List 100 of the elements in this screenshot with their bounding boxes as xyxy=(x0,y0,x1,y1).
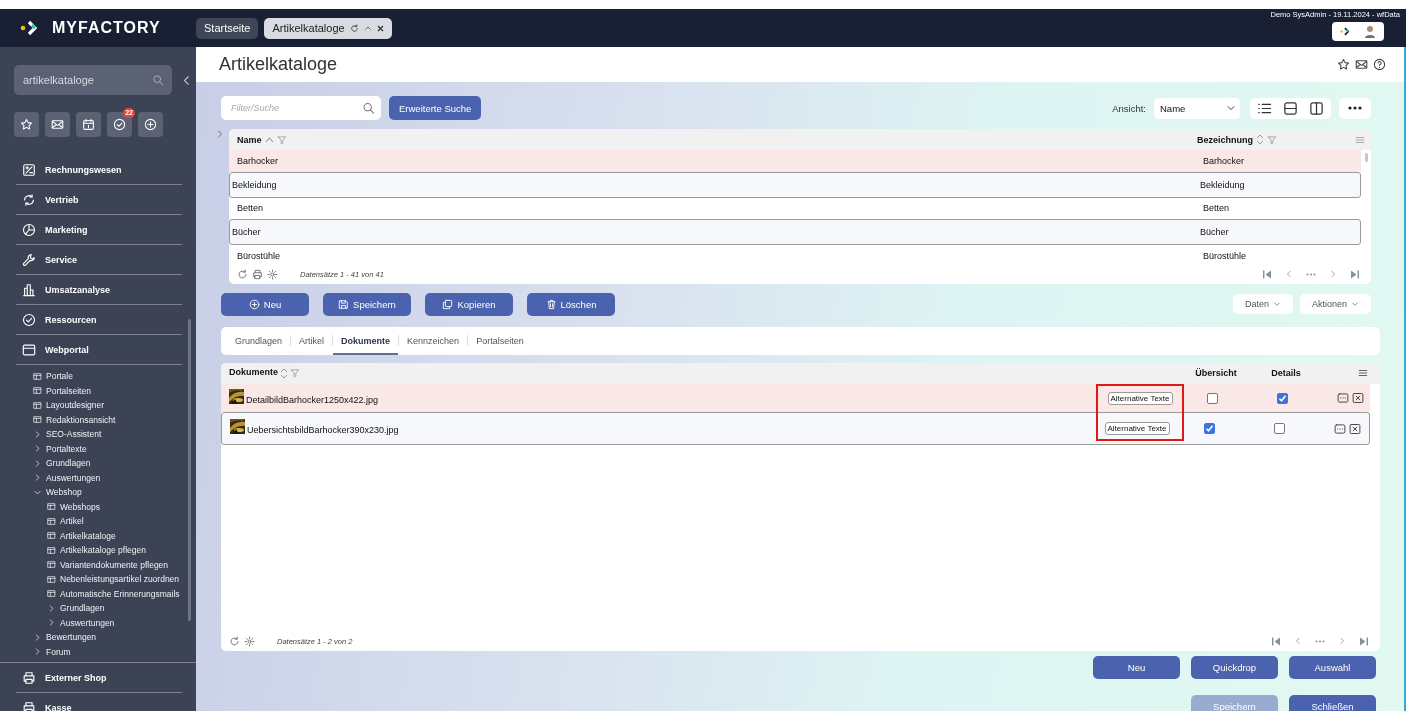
wrench-icon xyxy=(22,252,36,267)
tab[interactable]: Kennzeichen xyxy=(399,327,468,355)
table-row[interactable]: Barhocker Barhocker xyxy=(229,150,1361,172)
sidebar-item[interactable]: Grundlagen xyxy=(0,456,182,471)
advanced-search-button[interactable]: Erweiterte Suche xyxy=(389,96,482,120)
sidebar-item[interactable]: Portaltexte xyxy=(0,441,182,456)
column-header[interactable]: Name xyxy=(237,134,262,145)
sort-ascending-icon[interactable] xyxy=(264,136,274,143)
table-row[interactable]: Bürostühle Bürostühle xyxy=(229,245,1361,267)
table-row[interactable]: Bücher Bücher xyxy=(229,219,1361,246)
column-header[interactable]: Details xyxy=(1271,368,1301,379)
sidebar-item[interactable]: Auswertungen xyxy=(0,470,182,485)
sidebar-item[interactable]: Grundlagen xyxy=(0,601,182,616)
alternative-texts-button[interactable]: Alternative Texte xyxy=(1104,422,1170,436)
sidebar-item[interactable]: Artikelkataloge pflegen xyxy=(0,543,182,558)
menu-button[interactable]: Daten xyxy=(1232,294,1293,315)
module-item[interactable]: Vertrieb xyxy=(16,185,182,215)
avatar-icon[interactable] xyxy=(1364,25,1376,38)
more-icon[interactable] xyxy=(1315,640,1325,643)
file-name: DetailbildBarhocker1250x422.jpg xyxy=(246,394,379,405)
sidebar-item[interactable]: Automatische Erinnerungsmails xyxy=(0,586,182,601)
sidebar-item[interactable]: Portale xyxy=(0,369,182,384)
sidebar-item[interactable]: Webshop xyxy=(0,485,182,500)
module-item[interactable]: Marketing xyxy=(16,215,182,245)
window-icon xyxy=(22,342,36,357)
refresh-icon xyxy=(229,636,240,647)
sidebar-item[interactable]: Variantendokumente pflegen xyxy=(0,557,182,572)
view-select[interactable]: Name xyxy=(1154,97,1240,119)
delete-icon xyxy=(1352,392,1364,405)
sidebar-item[interactable]: Bewertungen xyxy=(0,630,182,645)
sidebar-item[interactable]: Webshops xyxy=(0,499,182,514)
more-button[interactable] xyxy=(1339,97,1371,119)
settings-icon xyxy=(244,636,255,647)
tab[interactable]: Grundlagen xyxy=(227,327,291,355)
sort-icon[interactable] xyxy=(280,368,288,379)
module-item[interactable]: Rechnungswesen xyxy=(16,155,182,185)
mail-icon xyxy=(1355,58,1368,71)
table-row[interactable]: Bekleidung Bekleidung xyxy=(229,171,1361,198)
sidebar-item[interactable]: Forum xyxy=(0,644,182,659)
module-item[interactable]: Externer Shop xyxy=(16,663,182,693)
tab[interactable]: Portalseiten xyxy=(468,327,532,355)
printer-icon xyxy=(22,700,36,711)
module-item[interactable]: Kasse xyxy=(16,693,182,711)
more-icon[interactable] xyxy=(1306,273,1316,276)
last-page-icon[interactable] xyxy=(1359,637,1368,646)
search-field[interactable]: artikelkataloge xyxy=(14,65,172,95)
sidebar-item[interactable]: Portalseiten xyxy=(0,383,182,398)
table-row[interactable]: DetailbildBarhocker1250x422.jpg Alternative Texte xyxy=(221,384,1370,413)
filter-field[interactable]: Filter/Suche xyxy=(221,96,381,120)
sidebar-item[interactable]: Auswertungen xyxy=(0,615,182,630)
tab[interactable]: Startseite xyxy=(196,17,259,39)
user-button-group[interactable] xyxy=(1332,22,1384,41)
new-button[interactable]: Neu xyxy=(221,293,309,316)
sidebar-item[interactable]: Layoutdesigner xyxy=(0,398,182,413)
tab[interactable]: Artikelkataloge xyxy=(264,17,392,39)
checkbox[interactable] xyxy=(1273,423,1285,435)
table-row[interactable]: Betten Betten xyxy=(229,197,1361,220)
module-item[interactable]: Service xyxy=(16,245,182,275)
checkbox[interactable] xyxy=(1206,392,1218,404)
sidebar-item[interactable]: Artikelkataloge xyxy=(0,528,182,543)
delete-button[interactable]: Löschen xyxy=(527,293,615,316)
table-row[interactable]: UebersichtsbildBarhocker390x230.jpg Alternative Texte xyxy=(221,412,1370,445)
first-page-icon[interactable] xyxy=(1272,637,1281,646)
copy-button[interactable]: Kopieren xyxy=(425,293,513,316)
module-item[interactable]: Umsatzanalyse xyxy=(16,275,182,305)
action-button[interactable]: Auswahl xyxy=(1289,656,1376,679)
sort-icon[interactable] xyxy=(1256,134,1264,145)
scrollbar[interactable] xyxy=(1365,153,1368,162)
calendar-button[interactable] xyxy=(76,112,101,137)
last-page-icon[interactable] xyxy=(1350,270,1359,279)
module-item[interactable]: Webportal xyxy=(16,335,182,365)
action-button[interactable]: Schließen xyxy=(1289,695,1376,711)
action-button[interactable]: Neu xyxy=(1093,656,1180,679)
sidebar-item[interactable]: Nebenleistungsartikel zuordnen xyxy=(0,572,182,587)
tab[interactable]: Dokumente xyxy=(333,327,399,355)
logo-text: MYFACTORY xyxy=(52,19,161,37)
module-item[interactable]: Ressourcen xyxy=(16,305,182,335)
star-button[interactable] xyxy=(14,112,39,137)
save-button[interactable]: Speichern xyxy=(323,293,411,316)
column-header[interactable]: Übersicht xyxy=(1195,368,1237,379)
tab[interactable]: Artikel xyxy=(291,327,333,355)
calculator-icon xyxy=(22,162,36,177)
column-header[interactable]: Dokumente xyxy=(229,367,278,377)
mail-button[interactable] xyxy=(45,112,70,137)
first-page-icon[interactable] xyxy=(1263,270,1272,279)
checkbox[interactable] xyxy=(1203,423,1215,435)
close-icon[interactable] xyxy=(376,24,384,32)
calendar-icon xyxy=(82,118,95,131)
alternative-texts-button[interactable]: Alternative Texte xyxy=(1107,391,1173,405)
logo-icon[interactable] xyxy=(1340,26,1352,37)
column-header[interactable]: Bezeichnung xyxy=(1197,134,1253,145)
sidebar-item[interactable]: SEO-Assistent xyxy=(0,427,182,442)
menu-button[interactable]: Aktionen xyxy=(1299,294,1371,315)
action-button[interactable]: Quickdrop xyxy=(1191,656,1278,679)
settings-icon xyxy=(267,269,278,280)
sidebar-item[interactable]: Redaktionsansicht xyxy=(0,412,182,427)
sidebar-item[interactable]: Artikel xyxy=(0,514,182,529)
checkbox[interactable] xyxy=(1276,392,1288,404)
scrollbar[interactable] xyxy=(188,319,191,621)
add-button[interactable] xyxy=(138,112,163,137)
